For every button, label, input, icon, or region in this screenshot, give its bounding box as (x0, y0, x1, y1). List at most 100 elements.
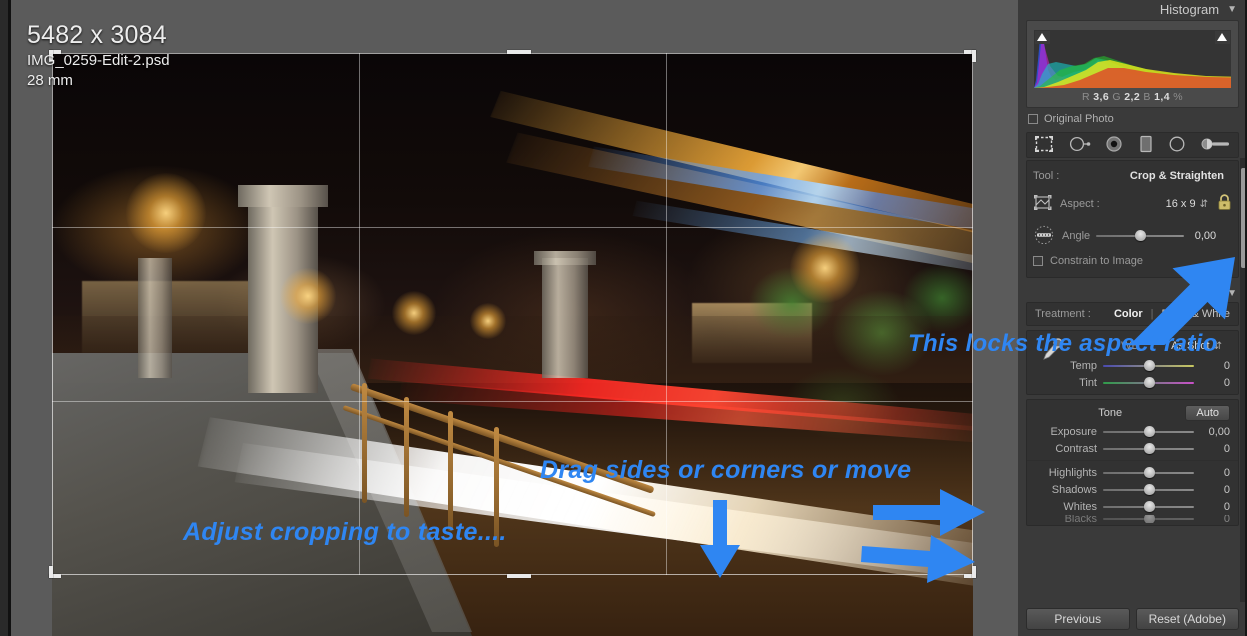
basic-panel-header[interactable]: Basic ▼ (1018, 284, 1247, 302)
tone-module[interactable]: Tone Auto Exposure 0,00 Contrast 0 Highl… (1026, 399, 1239, 526)
histogram-r-label: R (1081, 91, 1090, 103)
histogram-plot (1034, 30, 1231, 88)
original-photo-label: Original Photo (1044, 113, 1114, 125)
highlights-slider-row[interactable]: Highlights 0 (1027, 464, 1238, 481)
histogram-g-value: 2,2 (1124, 91, 1141, 103)
annotation-drag-sides: Drag sides or corners or move (540, 456, 912, 484)
histogram-widget[interactable]: R 3,6 G 2,2 B 1,4 % (1026, 20, 1239, 108)
exposure-slider-row[interactable]: Exposure 0,00 (1027, 423, 1238, 440)
aspect-row[interactable]: Aspect : 16 x 9 ⇵ (1027, 187, 1238, 221)
basic-chevron-down-icon[interactable]: ▼ (1227, 288, 1237, 299)
treatment-label: Treatment : (1035, 308, 1091, 320)
panel-footer[interactable]: Previous Reset (Adobe) (1018, 602, 1247, 636)
tone-divider (1027, 460, 1238, 461)
annotation-locks-aspect-ratio: This locks the aspect ratio (908, 330, 1218, 357)
constrain-checkbox-icon[interactable] (1033, 256, 1043, 266)
treatment-row[interactable]: Treatment : Color | Black & White (1027, 303, 1238, 325)
tint-label: Tint (1079, 376, 1097, 389)
shadows-slider[interactable] (1103, 483, 1194, 495)
photo-image[interactable] (52, 53, 973, 636)
contrast-slider[interactable] (1103, 442, 1194, 454)
contrast-value[interactable]: 0 (1200, 443, 1230, 455)
aspect-value[interactable]: 16 x 9 (1166, 198, 1196, 210)
histogram-title: Histogram (1159, 1, 1220, 17)
tint-value[interactable]: 0 (1200, 377, 1230, 389)
left-panel-divider (8, 0, 11, 636)
chevron-down-icon[interactable]: ▼ (1227, 4, 1237, 15)
crop-straighten-module[interactable]: Tool : Crop & Straighten Aspect: 16 x 9… (1026, 160, 1239, 278)
histogram-g-label: G (1112, 91, 1121, 103)
highlights-slider[interactable] (1103, 466, 1194, 478)
aspect-label: Aspect : (1060, 198, 1100, 210)
checkbox-icon[interactable] (1028, 114, 1038, 124)
crop-tool-icon[interactable] (1034, 135, 1054, 156)
tone-header-row[interactable]: Tone Auto (1027, 403, 1238, 423)
photo-canvas-area[interactable]: 5482 x 3084 IMG_0259-Edit-2.psd 28 mm Dr… (0, 0, 1018, 636)
whites-value[interactable]: 0 (1200, 501, 1230, 513)
treatment-color-option[interactable]: Color (1114, 308, 1143, 320)
blacks-slider[interactable] (1103, 515, 1194, 523)
angle-row[interactable]: Angle 0,00 (1027, 221, 1238, 251)
shadows-slider-row[interactable]: Shadows 0 (1027, 481, 1238, 498)
tint-slider-row[interactable]: Tint 0 (1027, 374, 1238, 391)
treatment-divider: | (1150, 308, 1154, 320)
shadows-label: Shadows (1051, 483, 1097, 496)
temp-value[interactable]: 0 (1200, 360, 1230, 372)
constrain-label: Constrain to Image (1050, 255, 1143, 267)
whites-slider[interactable] (1103, 500, 1194, 512)
angle-slider[interactable] (1096, 230, 1185, 241)
aspect-lock-icon[interactable] (1217, 194, 1232, 214)
adjustment-brush-tool-icon[interactable] (1201, 137, 1231, 154)
histogram-b-label: B (1143, 91, 1151, 103)
radial-filter-tool-icon[interactable] (1168, 136, 1186, 155)
tint-slider[interactable] (1103, 376, 1194, 388)
reset-button[interactable]: Reset (Adobe) (1135, 608, 1239, 630)
histogram-unit: % (1173, 91, 1184, 103)
crop-frame-tool-icon[interactable] (1033, 193, 1053, 216)
histogram-r-value: 3,6 (1093, 91, 1110, 103)
graduated-filter-tool-icon[interactable] (1138, 135, 1154, 156)
contrast-label: Contrast (1055, 442, 1097, 455)
histogram-panel-header[interactable]: Histogram ▼ (1018, 0, 1247, 18)
treatment-bw-option[interactable]: Black & White (1162, 308, 1230, 320)
blacks-value[interactable]: 0 (1200, 515, 1230, 523)
shadow-clipping-indicator[interactable] (1035, 31, 1050, 44)
whites-label: Whites (1063, 500, 1097, 513)
auto-tone-button[interactable]: Auto (1185, 405, 1230, 421)
tool-row: Tool : Crop & Straighten (1027, 165, 1238, 187)
angle-value[interactable]: 0,00 (1190, 230, 1216, 242)
tone-label: Tone (1098, 407, 1123, 419)
exposure-value[interactable]: 0,00 (1200, 426, 1230, 438)
straighten-tool-icon[interactable] (1033, 225, 1055, 248)
develop-right-panel[interactable]: Histogram ▼ R 3,6 G 2,2 B 1,4 % Original… (1018, 0, 1247, 636)
tool-value: Crop & Straighten (1129, 170, 1224, 182)
highlights-label: Highlights (1048, 466, 1097, 479)
spot-removal-tool-icon[interactable] (1069, 136, 1091, 155)
highlight-clipping-indicator[interactable] (1215, 31, 1230, 44)
exposure-label: Exposure (1050, 425, 1097, 438)
blacks-slider-row[interactable]: Blacks 0 (1027, 515, 1238, 523)
red-eye-tool-icon[interactable] (1105, 135, 1123, 155)
previous-button[interactable]: Previous (1026, 608, 1130, 630)
contrast-slider-row[interactable]: Contrast 0 (1027, 440, 1238, 457)
image-dimensions: 5482 x 3084 (27, 21, 167, 49)
tool-label: Tool : (1033, 170, 1060, 182)
treatment-module[interactable]: Treatment : Color | Black & White (1026, 302, 1239, 326)
basic-title: Basic (1187, 285, 1220, 301)
constrain-row[interactable]: Constrain to Image (1027, 251, 1238, 271)
highlights-value[interactable]: 0 (1200, 467, 1230, 479)
blacks-label: Blacks (1064, 515, 1097, 523)
temp-slider[interactable] (1103, 359, 1194, 371)
histogram-rgb-readout: R 3,6 G 2,2 B 1,4 % (1027, 91, 1238, 103)
original-photo-toggle[interactable]: Original Photo (1028, 113, 1237, 125)
whites-slider-row[interactable]: Whites 0 (1027, 498, 1238, 515)
angle-label: Angle (1062, 230, 1091, 242)
image-focal-length: 28 mm (27, 72, 73, 89)
exposure-slider[interactable] (1103, 425, 1194, 437)
annotation-adjust-cropping: Adjust cropping to taste.... (183, 518, 507, 546)
image-info-overlay: 5482 x 3084 IMG_0259-Edit-2.psd 28 mm (27, 20, 170, 91)
histogram-b-value: 1,4 (1154, 91, 1170, 103)
shadows-value[interactable]: 0 (1200, 484, 1230, 496)
develop-tool-strip[interactable] (1026, 132, 1239, 158)
aspect-stepper-icon[interactable]: ⇵ (1200, 199, 1208, 210)
